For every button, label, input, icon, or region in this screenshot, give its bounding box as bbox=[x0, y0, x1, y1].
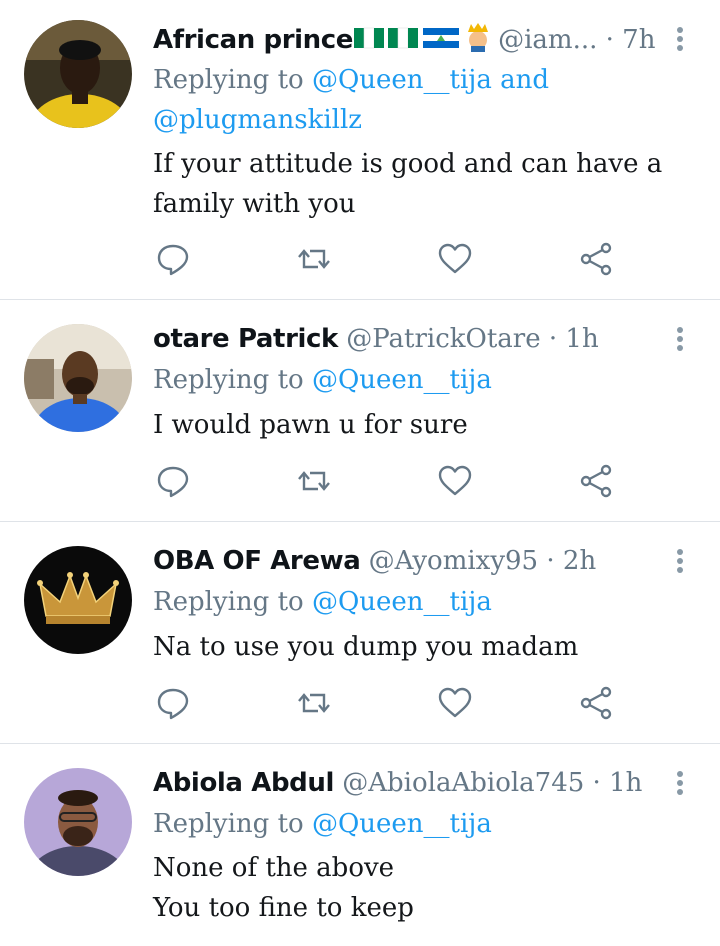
replying-mention[interactable]: @plugmanskillz bbox=[153, 105, 362, 135]
gold-crown-logo bbox=[24, 546, 132, 654]
separator-dot: · bbox=[597, 25, 623, 55]
tweet-text-line: family with you bbox=[153, 189, 356, 219]
handle[interactable]: @iam... bbox=[498, 25, 597, 55]
tweet-actions bbox=[0, 463, 720, 503]
replying-to-continued: @plugmanskillz bbox=[153, 100, 362, 140]
more-options-icon[interactable] bbox=[670, 324, 690, 358]
handle-spacer bbox=[338, 324, 346, 354]
replying-mention[interactable]: @Queen__tija bbox=[312, 365, 492, 395]
separator-dot: · bbox=[538, 546, 563, 576]
tweet-text-line: None of the above bbox=[153, 853, 395, 883]
handle-spacer bbox=[334, 768, 342, 798]
heart-icon[interactable] bbox=[437, 685, 473, 721]
tweet[interactable]: otare Patrick @PatrickOtare · 1h Replyin… bbox=[0, 300, 720, 522]
display-name[interactable]: African prince bbox=[153, 25, 353, 55]
tweet-header: Abiola Abdul @AbiolaAbiola745 · 1h bbox=[153, 768, 642, 801]
handle[interactable]: @AbiolaAbiola745 bbox=[342, 768, 584, 798]
retweet-icon[interactable] bbox=[296, 463, 332, 499]
timestamp[interactable]: 1h bbox=[565, 324, 598, 354]
replying-mention[interactable]: @Queen__tija bbox=[312, 809, 492, 839]
avatar[interactable] bbox=[24, 768, 132, 876]
separator-dot: · bbox=[584, 768, 610, 798]
replying-mention[interactable]: @Queen__tija bbox=[312, 587, 492, 617]
profile-photo bbox=[24, 20, 132, 128]
avatar[interactable] bbox=[24, 20, 132, 128]
replying-prefix: Replying to bbox=[153, 809, 312, 839]
display-name[interactable]: otare Patrick bbox=[153, 324, 338, 354]
display-name[interactable]: Abiola Abdul bbox=[153, 768, 334, 798]
reply-icon[interactable] bbox=[155, 241, 191, 277]
replying-to: Replying to @Queen__tija bbox=[153, 360, 492, 400]
tweet-actions bbox=[0, 241, 720, 281]
tweet-text-line: Na to use you dump you madam bbox=[153, 632, 579, 662]
tweet[interactable]: OBA OF Arewa @Ayomixy95 · 2h Replying to… bbox=[0, 522, 720, 744]
tweet-header: OBA OF Arewa @Ayomixy95 · 2h bbox=[153, 546, 596, 579]
tweet-header: African prince @iam... · 7h bbox=[153, 22, 655, 62]
timestamp[interactable]: 1h bbox=[609, 768, 642, 798]
more-options-icon[interactable] bbox=[670, 546, 690, 580]
separator-dot: · bbox=[540, 324, 566, 354]
reply-icon[interactable] bbox=[155, 685, 191, 721]
replying-prefix: Replying to bbox=[153, 365, 312, 395]
replying-to: Replying to @Queen__tija and bbox=[153, 60, 549, 100]
tweet[interactable]: Abiola Abdul @AbiolaAbiola745 · 1h Reply… bbox=[0, 744, 720, 946]
tweet[interactable]: African prince @iam... · 7h Replying to … bbox=[0, 0, 720, 300]
share-icon[interactable] bbox=[578, 685, 614, 721]
handle[interactable]: @PatrickOtare bbox=[346, 324, 540, 354]
handle-spacer bbox=[360, 546, 368, 576]
heart-icon[interactable] bbox=[437, 463, 473, 499]
share-icon[interactable] bbox=[578, 241, 614, 277]
timestamp[interactable]: 2h bbox=[563, 546, 596, 576]
replying-to: Replying to @Queen__tija bbox=[153, 804, 492, 844]
replying-mention[interactable]: @Queen__tija and bbox=[312, 65, 549, 95]
heart-icon[interactable] bbox=[437, 241, 473, 277]
tweet-text-line: I would pawn u for sure bbox=[153, 410, 468, 440]
avatar[interactable] bbox=[24, 324, 132, 432]
tweet-text-line: You too fine to keep bbox=[153, 893, 414, 923]
tweet-actions bbox=[0, 685, 720, 725]
flag-emoji-icons bbox=[353, 22, 493, 62]
replying-prefix: Replying to bbox=[153, 587, 312, 617]
more-options-icon[interactable] bbox=[670, 24, 690, 58]
replying-to: Replying to @Queen__tija bbox=[153, 582, 492, 622]
replying-prefix: Replying to bbox=[153, 65, 312, 95]
avatar[interactable] bbox=[24, 546, 132, 654]
retweet-icon[interactable] bbox=[296, 241, 332, 277]
timestamp[interactable]: 7h bbox=[622, 25, 655, 55]
profile-photo bbox=[24, 768, 132, 876]
retweet-icon[interactable] bbox=[296, 685, 332, 721]
more-options-icon[interactable] bbox=[670, 768, 690, 802]
display-name[interactable]: OBA OF Arewa bbox=[153, 546, 361, 576]
reply-icon[interactable] bbox=[155, 463, 191, 499]
handle[interactable]: @Ayomixy95 bbox=[369, 546, 538, 576]
tweet-text-line: If your attitude is good and can have a bbox=[153, 149, 663, 179]
profile-photo bbox=[24, 324, 132, 432]
tweet-header: otare Patrick @PatrickOtare · 1h bbox=[153, 324, 599, 357]
share-icon[interactable] bbox=[578, 463, 614, 499]
